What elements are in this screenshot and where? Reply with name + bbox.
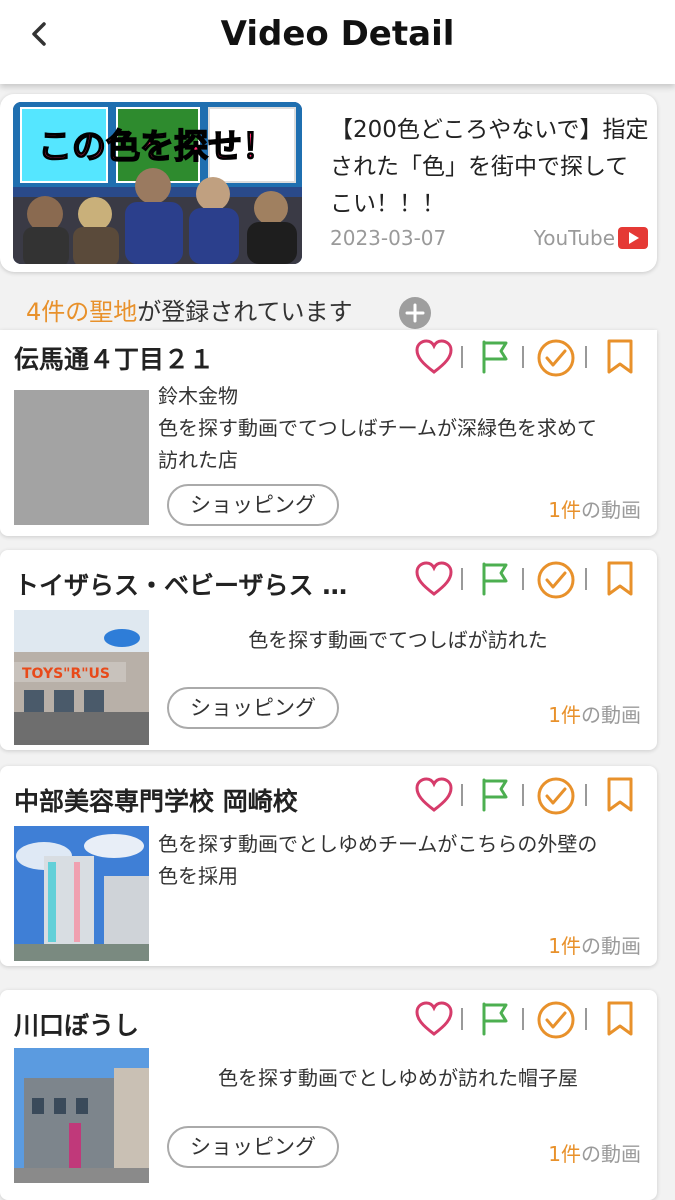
video-count-number: 1件 [548,498,581,522]
video-meta: 2023-03-07 YouTube [330,226,648,254]
spot-description-line: 訪れた店 [158,448,238,472]
spot-actions [414,1000,644,1040]
category-tag[interactable]: ショッピング [167,484,339,526]
video-title: 【200色どころやないで】指定された「色」を街中で探してこい！！！ [330,117,649,217]
video-thumbnail[interactable]: この色を探せ！ [13,102,302,264]
spot-description: 色を探す動画でとしゆめチームがこちらの外壁の 色を採用 [158,828,638,892]
check-circle-icon[interactable] [536,776,576,816]
check-circle-icon[interactable] [536,560,576,600]
video-count[interactable]: 1件の動画 [548,494,641,523]
category-tag[interactable]: ショッピング [167,1126,339,1168]
heart-icon[interactable] [414,560,454,598]
heart-icon[interactable] [414,338,454,376]
bookmark-icon[interactable] [604,338,636,376]
action-separator [585,1008,587,1030]
flag-icon[interactable] [478,338,512,376]
spot-count-text: 4件の聖地が登録されています [26,292,353,327]
spot-description-line: 鈴木金物 [158,384,238,408]
spot-card[interactable]: 伝馬通４丁目２１ 鈴木金物色を探す動画でてつしばチームが深緑色を求めて 訪れた店シ… [0,330,657,536]
spot-card[interactable]: 川口ぼうし 色を探す動画でとしゆめが訪れた帽子屋ショッピング 1件の動画 [0,990,657,1200]
svg-text:TOYS"R"US: TOYS"R"US [22,666,110,682]
video-count[interactable]: 1件の動画 [548,699,641,728]
spot-actions [414,560,644,600]
action-separator [585,784,587,806]
flag-icon[interactable] [478,776,512,814]
action-separator [585,568,587,590]
heart-icon[interactable] [414,1000,454,1038]
bookmark-icon[interactable] [604,1000,636,1038]
bookmark-icon[interactable] [604,776,636,814]
video-source: YouTube [534,226,648,250]
spot-description-line: 色を探す動画でてつしばが訪れた [248,628,548,652]
action-separator [461,568,463,590]
spot-card[interactable]: 中部美容専門学校 岡崎校 色を探す動画でとしゆめチームがこちらの外壁の 色を採用 1… [0,766,657,966]
check-circle-icon[interactable] [536,338,576,378]
action-separator [461,784,463,806]
video-count-suffix: の動画 [581,498,641,522]
video-count-number: 1件 [548,1142,581,1166]
video-count-suffix: の動画 [581,1142,641,1166]
category-tag[interactable]: ショッピング [167,687,339,729]
check-circle-icon[interactable] [536,1000,576,1040]
action-separator [522,568,524,590]
spot-name: トイザらス・ベビーザらス … [14,571,348,600]
video-count[interactable]: 1件の動画 [548,1138,641,1167]
spot-name: 中部美容専門学校 岡崎校 [14,787,298,816]
spot-actions [414,776,644,816]
video-count-number: 1件 [548,703,581,727]
spot-image[interactable] [14,826,149,961]
bookmark-icon[interactable] [604,560,636,598]
spot-count-suffix: が登録されています [137,298,353,326]
heart-icon[interactable] [414,776,454,814]
spot-description-line: 色を探す動画でとしゆめチームがこちらの外壁の [158,832,598,856]
app-header: Video Detail [0,0,675,84]
video-count[interactable]: 1件の動画 [548,930,641,959]
action-separator [522,346,524,368]
spot-image[interactable] [14,390,149,525]
youtube-play-icon [618,227,648,249]
spot-name: 川口ぼうし [14,1011,140,1040]
action-separator [461,1008,463,1030]
spot-description-line: 色を探す動画でてつしばチームが深緑色を求めて [158,416,597,440]
add-spot-icon[interactable] [398,296,432,330]
thumbnail-text: この色を探せ！ [38,127,276,167]
spot-count: 4件の聖地 [26,298,138,326]
action-separator [585,346,587,368]
spot-image[interactable] [14,1048,149,1183]
spot-description: 色を探す動画でてつしばが訪れた [158,624,638,656]
action-separator [522,1008,524,1030]
spot-actions [414,338,644,378]
flag-icon[interactable] [478,1000,512,1038]
spot-description: 鈴木金物色を探す動画でてつしばチームが深緑色を求めて 訪れた店 [158,380,638,476]
source-label: YouTube [533,226,615,250]
page-title: Video Detail [220,14,455,54]
video-count-suffix: の動画 [581,703,641,727]
video-count-number: 1件 [548,934,581,958]
video-count-suffix: の動画 [581,934,641,958]
flag-icon[interactable] [478,560,512,598]
action-separator [522,784,524,806]
spot-description-line: 色を探す動画でとしゆめが訪れた帽子屋 [218,1066,578,1090]
action-separator [461,346,463,368]
spot-card[interactable]: トイザらス・ベビーザらス … TOYS"R"US 色を探す動画でてつしばが訪れたシ… [0,550,657,750]
spot-description: 色を探す動画でとしゆめが訪れた帽子屋 [158,1062,638,1094]
spot-description-line: 色を採用 [158,864,238,888]
spot-image[interactable]: TOYS"R"US [14,610,149,745]
spot-name: 伝馬通４丁目２１ [14,345,215,374]
video-date: 2023-03-07 [330,226,447,250]
